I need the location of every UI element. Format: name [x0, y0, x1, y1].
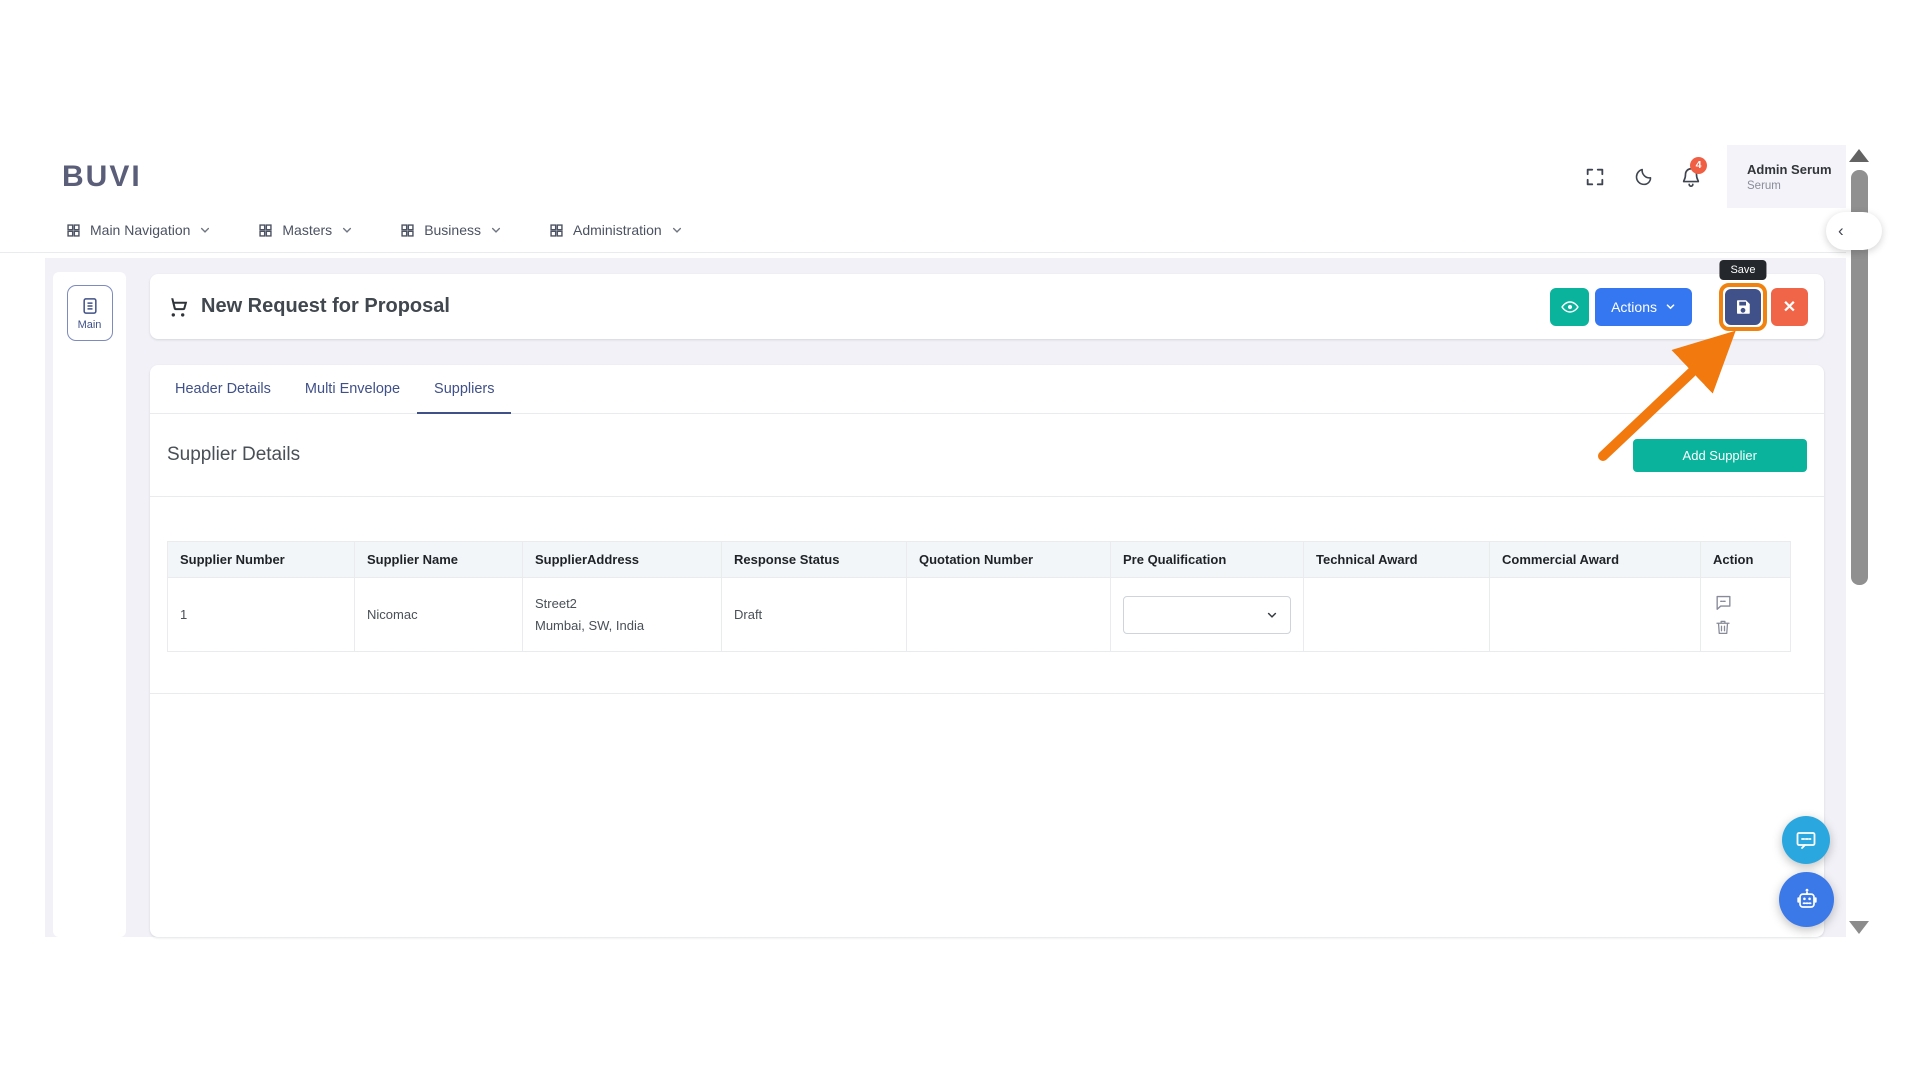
add-supplier-label: Add Supplier	[1683, 448, 1757, 463]
scrollbar-up-arrow[interactable]	[1849, 149, 1869, 162]
rfp-tabs: Header Details Multi Envelope Suppliers	[150, 365, 1824, 414]
nav-item-label: Business	[424, 222, 481, 238]
cell-pre-qualification	[1111, 578, 1304, 652]
annotation-highlight-ring	[1719, 283, 1767, 331]
moon-icon	[1633, 166, 1654, 187]
cart-icon	[166, 295, 190, 319]
section-divider	[150, 693, 1824, 694]
tab-header-details[interactable]: Header Details	[158, 365, 288, 413]
notification-badge: 4	[1690, 157, 1707, 174]
table-row: 1 Nicomac Street2 Mumbai, SW, India Draf…	[168, 578, 1791, 652]
scrollbar-down-arrow[interactable]	[1849, 921, 1869, 934]
col-supplier-address: SupplierAddress	[523, 542, 722, 578]
cell-response-status: Draft	[722, 578, 907, 652]
col-technical-award: Technical Award	[1304, 542, 1490, 578]
close-button[interactable]: ✕	[1771, 288, 1808, 326]
document-icon	[80, 296, 100, 316]
supplier-table-area: Supplier Number Supplier Name SupplierAd…	[150, 497, 1824, 652]
grid-icon	[258, 223, 273, 238]
cell-action	[1701, 578, 1791, 652]
page-title: New Request for Proposal	[201, 295, 450, 318]
dark-mode-button[interactable]	[1631, 165, 1655, 189]
cell-quotation-number	[907, 578, 1111, 652]
chevron-left-icon: ‹	[1838, 221, 1844, 241]
notifications-button[interactable]: 4	[1679, 165, 1703, 189]
chat-bubble-icon	[1794, 828, 1818, 852]
col-action: Action	[1701, 542, 1791, 578]
col-supplier-number: Supplier Number	[168, 542, 355, 578]
tab-multi-envelope[interactable]: Multi Envelope	[288, 365, 417, 413]
cell-technical-award	[1304, 578, 1490, 652]
grid-icon	[549, 223, 564, 238]
actions-label: Actions	[1611, 299, 1657, 315]
mini-sidebar: Main	[53, 272, 126, 937]
table-header-row: Supplier Number Supplier Name SupplierAd…	[168, 542, 1791, 578]
save-button-annotated: Save	[1719, 283, 1767, 331]
fullscreen-button[interactable]	[1583, 165, 1607, 189]
save-button[interactable]	[1725, 289, 1761, 325]
nav-item-masters[interactable]: Masters	[258, 222, 353, 238]
supplier-section-header: Supplier Details Add Supplier	[150, 414, 1824, 497]
grid-icon	[66, 223, 81, 238]
add-supplier-button[interactable]: Add Supplier	[1633, 439, 1807, 472]
chat-fab-button[interactable]	[1782, 816, 1830, 864]
section-title: Supplier Details	[167, 444, 300, 466]
cell-commercial-award	[1490, 578, 1701, 652]
cell-supplier-name: Nicomac	[355, 578, 523, 652]
nav-item-administration[interactable]: Administration	[549, 222, 683, 238]
page-header-card: New Request for Proposal Actions Save	[150, 274, 1824, 339]
address-line-1: Street2	[535, 593, 709, 614]
col-commercial-award: Commercial Award	[1490, 542, 1701, 578]
tab-label: Suppliers	[434, 381, 494, 397]
chevron-down-icon	[341, 224, 353, 236]
nav-item-label: Masters	[282, 222, 332, 238]
nav-item-label: Administration	[573, 222, 662, 238]
save-floppy-icon	[1734, 298, 1752, 316]
grid-icon	[400, 223, 415, 238]
page-header-actions: Actions Save ✕	[1550, 283, 1808, 331]
sidebar-item-main[interactable]: Main	[67, 285, 113, 341]
chevron-down-icon	[1266, 609, 1278, 621]
tab-label: Multi Envelope	[305, 381, 400, 397]
main-navbar: Main Navigation Masters Business Adminis…	[0, 208, 1846, 253]
save-tooltip: Save	[1719, 260, 1766, 280]
nav-item-label: Main Navigation	[90, 222, 190, 238]
actions-dropdown-button[interactable]: Actions	[1595, 288, 1692, 326]
cell-supplier-number: 1	[168, 578, 355, 652]
preview-button[interactable]	[1550, 288, 1589, 326]
col-supplier-name: Supplier Name	[355, 542, 523, 578]
nav-item-main-navigation[interactable]: Main Navigation	[66, 222, 211, 238]
sidebar-collapse-button[interactable]: ‹	[1826, 212, 1882, 250]
fullscreen-icon	[1584, 166, 1606, 188]
col-pre-qualification: Pre Qualification	[1111, 542, 1304, 578]
sidebar-item-label: Main	[78, 319, 102, 331]
rfp-detail-card: Header Details Multi Envelope Suppliers …	[150, 365, 1824, 937]
pre-qualification-select[interactable]	[1123, 596, 1291, 634]
cell-supplier-address: Street2 Mumbai, SW, India	[523, 578, 722, 652]
delete-icon[interactable]	[1713, 617, 1733, 637]
robot-icon	[1793, 886, 1821, 914]
user-name: Admin Serum	[1747, 162, 1846, 177]
topbar-icons: 4	[1583, 165, 1703, 189]
brand-logo: BUVI	[62, 160, 142, 194]
chevron-down-icon	[199, 224, 211, 236]
chevron-down-icon	[490, 224, 502, 236]
close-icon: ✕	[1783, 297, 1796, 317]
tab-suppliers[interactable]: Suppliers	[417, 365, 511, 413]
address-line-2: Mumbai, SW, India	[535, 615, 709, 636]
assistant-bot-fab-button[interactable]	[1779, 872, 1834, 927]
tab-label: Header Details	[175, 381, 271, 397]
col-quotation-number: Quotation Number	[907, 542, 1111, 578]
user-menu[interactable]: Admin Serum Serum	[1727, 145, 1846, 208]
chevron-down-icon	[671, 224, 683, 236]
nav-item-business[interactable]: Business	[400, 222, 502, 238]
supplier-table: Supplier Number Supplier Name SupplierAd…	[167, 541, 1791, 652]
user-role: Serum	[1747, 180, 1846, 192]
eye-icon	[1560, 297, 1580, 317]
topbar: BUVI 4 Admin Serum Serum	[0, 145, 1846, 208]
comment-icon[interactable]	[1713, 592, 1733, 612]
chevron-down-icon	[1665, 301, 1676, 312]
col-response-status: Response Status	[722, 542, 907, 578]
